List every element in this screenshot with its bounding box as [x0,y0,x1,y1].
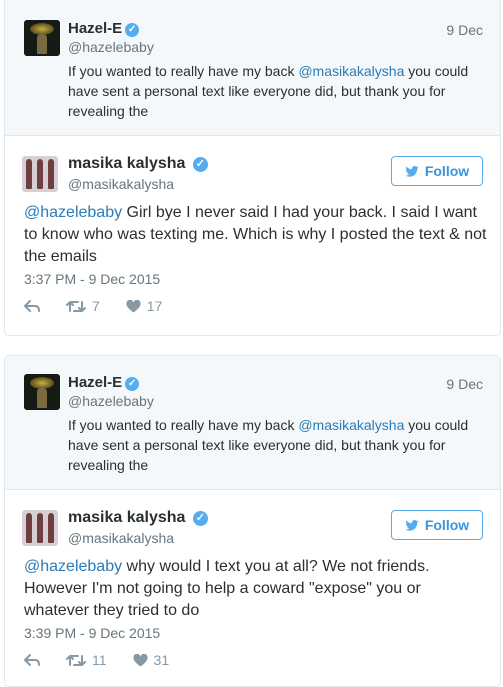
verified-badge-icon: ✓ [192,511,208,526]
reply-button[interactable] [24,653,40,667]
quoted-author-handle[interactable]: @hazelebaby [68,393,154,409]
heart-icon [126,299,141,312]
quoted-author-name[interactable]: Hazel-E ✓ [68,20,140,37]
twitter-bird-icon [405,165,419,177]
like-count: 17 [146,298,163,314]
tweet-timestamp[interactable]: 3:39 PM - 9 Dec 2015 [24,625,160,641]
tweet-actions: 11 31 [24,652,195,668]
author-handle[interactable]: @masikakalysha [68,530,174,546]
author-name[interactable]: masika kalysha ✓ [68,509,208,527]
like-count: 31 [153,652,170,668]
avatar[interactable] [24,20,60,56]
follow-button[interactable]: Follow [391,156,483,186]
retweet-button[interactable]: 11 [66,652,107,668]
tweet-text: @hazelebaby Girl bye I never said I had … [24,204,487,265]
verified-badge-icon: ✓ [125,23,140,37]
quoted-author-name[interactable]: Hazel-E ✓ [68,374,140,391]
heart-icon [133,653,148,666]
mention-link[interactable]: @hazelebaby [24,558,122,575]
mention-link[interactable]: @masikakalysha [298,417,404,433]
quoted-author-handle[interactable]: @hazelebaby [68,39,154,55]
reply-icon [24,653,40,666]
verified-badge-icon: ✓ [125,377,140,391]
quoted-tweet-text: If you wanted to really have my back @ma… [68,63,469,119]
retweet-icon [66,300,86,312]
quoted-tweet-date[interactable]: 9 Dec [446,376,483,392]
quoted-tweet-text: If you wanted to really have my back @ma… [68,417,469,473]
tweet-actions: 7 17 [24,298,188,314]
retweet-icon [66,654,86,666]
verified-badge-icon: ✓ [192,157,208,172]
avatar[interactable] [22,156,58,192]
retweet-count: 11 [92,652,107,668]
twitter-bird-icon [405,519,419,531]
author-name[interactable]: masika kalysha ✓ [68,155,208,173]
tweet-embed: Hazel-E ✓ @hazelebaby 9 Dec If you wanted… [4,0,501,336]
tweet-text: @hazelebaby why would I text you at all?… [24,558,430,619]
reply-icon [24,299,40,312]
quoted-tweet[interactable]: Hazel-E ✓ @hazelebaby 9 Dec If you wanted… [5,0,500,136]
tweet-timestamp[interactable]: 3:37 PM - 9 Dec 2015 [24,271,160,287]
avatar[interactable] [22,510,58,546]
author-handle[interactable]: @masikakalysha [68,176,174,192]
tweet-embed: Hazel-E ✓ @hazelebaby 9 Dec If you wanted… [4,355,501,687]
mention-link[interactable]: @masikakalysha [298,63,404,79]
quoted-tweet[interactable]: Hazel-E ✓ @hazelebaby 9 Dec If you wanted… [5,356,500,490]
quoted-tweet-date[interactable]: 9 Dec [446,22,483,38]
like-button[interactable]: 31 [133,652,170,668]
reply-button[interactable] [24,299,40,313]
mention-link[interactable]: @hazelebaby [24,204,122,221]
avatar[interactable] [24,374,60,410]
follow-button[interactable]: Follow [391,510,483,540]
retweet-count: 7 [92,298,100,314]
like-button[interactable]: 17 [126,298,163,314]
retweet-button[interactable]: 7 [66,298,100,314]
